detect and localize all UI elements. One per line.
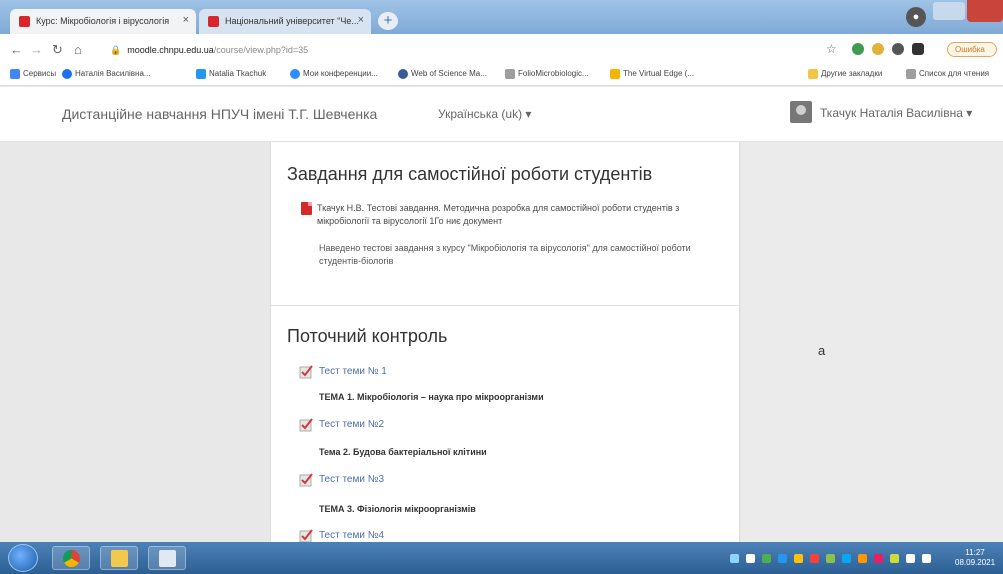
- quiz-topic: ТЕМА 1. Мікробіологія – наука про мікроо…: [319, 392, 544, 402]
- tray-icon[interactable]: [826, 554, 835, 563]
- clock-date: 08.09.2021: [955, 558, 996, 567]
- course-content: Завдання для самостійної роботи студенті…: [270, 142, 740, 542]
- taskbar-chrome-button[interactable]: [52, 546, 90, 570]
- reading-list-icon: [906, 69, 916, 79]
- reading-list[interactable]: Список для чтения: [906, 69, 989, 79]
- extensions-puzzle-icon[interactable]: [892, 43, 904, 55]
- university-favicon-icon: [208, 16, 219, 27]
- site-name-link[interactable]: Дистанційне навчання НПУЧ імені Т.Г. Шев…: [62, 106, 377, 122]
- bookmark-star-icon[interactable]: ☆: [826, 42, 837, 56]
- volume-icon[interactable]: [922, 554, 931, 563]
- tray-icon[interactable]: [778, 554, 787, 563]
- window-close-button[interactable]: [967, 0, 1003, 22]
- tray-icon[interactable]: [730, 554, 739, 563]
- tray-icon[interactable]: [858, 554, 867, 563]
- network-icon[interactable]: [906, 554, 915, 563]
- user-avatar[interactable]: [790, 101, 812, 123]
- bookmark-favicon-icon: [398, 69, 408, 79]
- browser-tab-bar: Курс: Мікробіологія і вірусологія × Наці…: [0, 0, 1003, 34]
- section-divider: [271, 305, 739, 306]
- section-title: Поточний контроль: [287, 326, 448, 346]
- bookmarks-bar: Сервисы Наталія Василівна... Natalia Tka…: [0, 64, 1003, 86]
- tab-course[interactable]: Курс: Мікробіологія і вірусологія ×: [10, 9, 196, 34]
- resource-description: Наведено тестові завдання з курсу "Мікро…: [319, 243, 691, 266]
- bookmark-item[interactable]: The Virtual Edge (...: [610, 69, 694, 79]
- extension-yellow-icon[interactable]: [872, 43, 884, 55]
- zoom-icon: [290, 69, 300, 79]
- quiz-label: Тест теми №2: [319, 419, 385, 430]
- url-host: moodle.chnpu.edu.ua: [127, 45, 214, 55]
- right-column: [741, 142, 1003, 542]
- forward-arrow-icon[interactable]: →: [30, 42, 43, 57]
- clock-time: 11:27: [965, 548, 985, 557]
- resource-link[interactable]: Ткачук Н.В. Тестові завдання. Методична …: [303, 202, 703, 228]
- left-column: [0, 142, 270, 542]
- new-tab-button[interactable]: +: [378, 12, 398, 30]
- tray-icon[interactable]: [746, 554, 755, 563]
- apps-grid-icon: [10, 69, 20, 79]
- window-minimize-button[interactable]: [933, 2, 965, 20]
- tab-title: Національний університет "Че...: [225, 16, 359, 26]
- home-icon[interactable]: ⌂: [74, 42, 82, 57]
- start-button[interactable]: [8, 544, 38, 572]
- bookmark-folder[interactable]: Другие закладки: [808, 69, 882, 79]
- profile-avatar-icon[interactable]: ●: [906, 7, 926, 27]
- extension-dark-icon[interactable]: [912, 43, 924, 55]
- overlay-letter: а: [818, 343, 826, 358]
- section-title: Завдання для самостійної роботи студенті…: [287, 164, 653, 184]
- site-header: Дистанційне навчання НПУЧ імені Т.Г. Шев…: [0, 87, 1003, 142]
- bookmark-favicon-icon: [196, 69, 206, 79]
- language-menu[interactable]: Українська (uk) ▾: [438, 107, 531, 121]
- quiz-checkmark-icon: [299, 473, 313, 487]
- tray-icon[interactable]: [890, 554, 899, 563]
- quiz-topic: Тема 2. Будова бактеріальної клітини: [319, 447, 487, 457]
- close-tab-icon[interactable]: ×: [183, 14, 189, 26]
- taskbar-explorer-button[interactable]: [100, 546, 138, 570]
- tab-university[interactable]: Національний університет "Че... ×: [199, 9, 371, 34]
- windows-taskbar: 11:27 08.09.2021: [0, 542, 1003, 574]
- moodle-favicon-icon: [19, 16, 30, 27]
- quiz-checkmark-icon: [299, 529, 313, 542]
- tray-icon[interactable]: [842, 554, 851, 563]
- folder-icon: [111, 550, 128, 567]
- bookmark-item[interactable]: Мои конференции...: [290, 69, 378, 79]
- quiz-checkmark-icon: [299, 365, 313, 379]
- taskbar-clock[interactable]: 11:27 08.09.2021: [955, 548, 995, 568]
- folder-icon: [808, 69, 818, 79]
- bookmark-favicon-icon: [610, 69, 620, 79]
- taskbar-app-button[interactable]: [148, 546, 186, 570]
- reload-icon[interactable]: ↻: [52, 42, 63, 58]
- quiz-topic: ТЕМА 3. Фізіологія мікроорганізмів: [319, 504, 476, 514]
- tab-title: Курс: Мікробіологія і вірусологія: [36, 16, 170, 26]
- bookmark-favicon-icon: [505, 69, 515, 79]
- chrome-icon: [63, 550, 80, 567]
- bookmark-item[interactable]: Сервисы: [10, 69, 56, 79]
- address-bar-row: ← → ↻ ⌂ 🔒 moodle.chnpu.edu.ua/course/view…: [0, 34, 1003, 64]
- user-menu[interactable]: Ткачук Наталія Василівна ▾: [820, 106, 972, 120]
- tray-icon[interactable]: [810, 554, 819, 563]
- quiz-label: Тест теми №3: [319, 474, 385, 485]
- bookmark-favicon-icon: [62, 69, 72, 79]
- bookmark-item[interactable]: FolioMicrobiologic...: [505, 69, 589, 79]
- lock-icon: 🔒: [110, 45, 122, 55]
- bookmark-item[interactable]: Natalia Tkachuk: [196, 69, 266, 79]
- quiz-label: Тест теми №4: [319, 530, 385, 541]
- tray-icon[interactable]: [874, 554, 883, 563]
- tray-icon[interactable]: [762, 554, 771, 563]
- bookmark-item[interactable]: Наталія Василівна...: [62, 69, 151, 79]
- bookmark-item[interactable]: Web of Science Ma...: [398, 69, 487, 79]
- url-path: /course/view.php?id=35: [213, 45, 309, 55]
- quiz-checkmark-icon: [299, 418, 313, 432]
- close-tab-icon[interactable]: ×: [358, 14, 364, 26]
- tray-icon[interactable]: [794, 554, 803, 563]
- quiz-label: Тест теми № 1: [319, 366, 387, 377]
- url-field[interactable]: 🔒 moodle.chnpu.edu.ua/course/view.php?id=…: [110, 40, 810, 60]
- window-app-icon: [159, 550, 176, 567]
- extension-shield-icon[interactable]: [852, 43, 864, 55]
- update-error-button[interactable]: Ошибка: [947, 42, 997, 57]
- back-arrow-icon[interactable]: ←: [10, 42, 23, 57]
